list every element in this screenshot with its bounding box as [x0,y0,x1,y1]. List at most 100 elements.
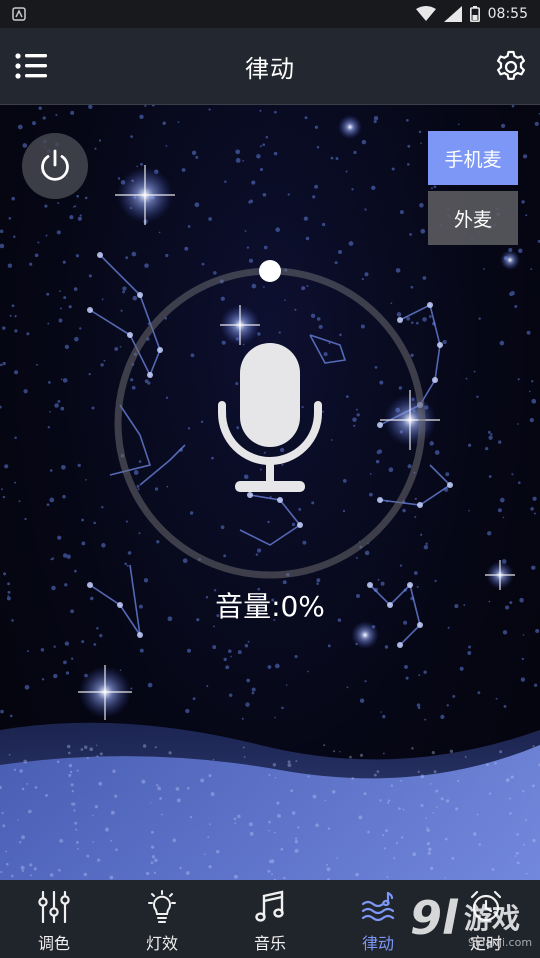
star-dot [244,230,247,232]
star-dot [130,378,134,382]
sliders-icon [38,890,70,924]
wave-dot [315,823,319,828]
star-dot [407,464,412,469]
star-dot [235,149,241,155]
star-dot [406,163,410,166]
star-dot [490,433,493,436]
tab-light-effects[interactable]: 灯效 [108,880,216,958]
wave-dot [150,845,155,849]
wave-dot [297,826,300,829]
wave-dot [216,849,220,854]
wave-dot [21,835,25,840]
star-dot [139,114,144,119]
star-dot [442,339,447,345]
star-dot [62,260,66,264]
star-dot [58,290,61,293]
wave-dot [358,815,363,820]
star-dot [158,231,161,234]
star-dot [417,706,421,710]
star-dot [503,704,507,708]
wave-dot [494,762,497,765]
star-dot [452,694,456,698]
wave-dot [175,787,180,791]
wave-dot [70,783,74,787]
wave-dot [387,799,391,802]
wave-dot [510,776,513,779]
microphone-icon[interactable] [215,343,325,495]
star-dot [81,541,86,546]
star-dot [274,716,276,719]
star-dot [0,363,3,367]
star-dot [47,322,50,325]
wave-dot [203,853,206,856]
wave-dot [395,842,399,845]
star-dot [88,105,93,109]
wave-dot [268,829,270,832]
tab-music[interactable]: 音乐 [216,880,324,958]
tab-color[interactable]: 调色 [0,880,108,958]
wave-dot [351,776,354,780]
wave-dot [89,747,94,752]
star-dot [500,123,506,129]
star-dot [98,139,102,142]
external-mic-button[interactable]: 外麦 [428,191,518,245]
star-dot [422,317,427,322]
star-dot [517,481,521,485]
star-dot [56,230,61,235]
wave-dot [80,748,84,751]
star-dot [352,417,357,422]
wave-dot [23,759,28,764]
star-dot [1,488,3,491]
star-dot [177,121,180,123]
star-dot [248,258,254,263]
wave-dot [367,830,370,834]
wave-dot [96,755,99,758]
star-dot [93,521,96,525]
tab-label: 灯效 [145,934,178,953]
star-dot [57,399,61,403]
tab-label: 音乐 [253,934,286,953]
star-dot [194,202,200,208]
star-dot [440,714,445,719]
wave-dot [189,815,193,819]
wave-dot [516,833,519,836]
star-dot [263,286,265,288]
wave-dot [478,843,482,846]
wave-dot [476,813,479,816]
star-dot [364,272,369,277]
star-dot [74,205,77,208]
star-dot [278,331,281,334]
wave-dot [115,848,118,852]
star-dot [190,353,195,358]
star-dot [284,299,286,302]
star-dot [81,518,84,522]
bulb-icon [148,890,176,923]
wave-dot [153,871,157,874]
star-dot [327,644,331,648]
star-dot [518,248,523,254]
star-dot [53,673,58,679]
star-dot [94,147,97,150]
star-dot [17,124,23,130]
star-dot [434,450,440,455]
wave-dot [45,793,48,797]
star-dot [307,670,309,673]
star-dot [414,515,417,518]
wave-dot [440,797,444,801]
power-button[interactable] [22,133,88,199]
gear-icon[interactable] [494,50,528,84]
star-dot [517,378,520,381]
star-dot [187,648,191,653]
wave-dot [212,759,215,761]
star-dot [511,105,515,108]
star-dot [79,327,82,330]
menu-icon[interactable] [14,50,48,82]
star-dot [122,286,127,291]
star-dot [369,473,372,475]
star-dot [487,531,492,536]
wave-dot [449,749,454,753]
wave-dot [86,756,89,759]
phone-mic-button[interactable]: 手机麦 [428,131,518,185]
bottom-tab-bar: 调色 灯效 音乐 律动 定时 9l 游戏 9Idanji.com [0,880,540,958]
star-dot [346,686,349,689]
